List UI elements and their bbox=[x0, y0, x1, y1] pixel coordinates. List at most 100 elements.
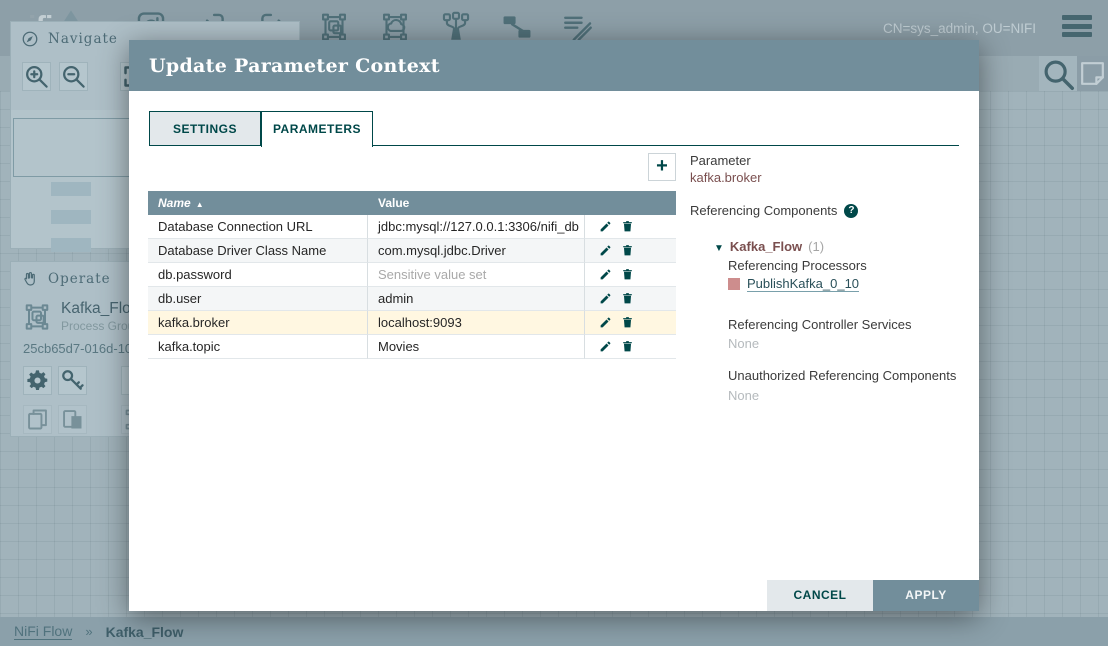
referencing-group-count: (1) bbox=[808, 239, 824, 254]
parameter-name-cell: kafka.broker bbox=[148, 311, 368, 335]
parameter-table: Name▲ Value Database Connection URL jdbc… bbox=[148, 191, 676, 359]
edit-parameter-icon[interactable] bbox=[599, 268, 612, 281]
global-menu-icon[interactable] bbox=[1062, 15, 1092, 41]
birdseye-component bbox=[51, 182, 91, 196]
parameter-value-cell: localhost:9093 bbox=[368, 311, 585, 335]
parameter-table-row[interactable]: Database Connection URL jdbc:mysql://127… bbox=[148, 215, 676, 239]
unauthorized-components-label: Unauthorized Referencing Components bbox=[728, 368, 956, 383]
paste-button[interactable] bbox=[58, 405, 87, 434]
referencing-group-name: Kafka_Flow bbox=[730, 239, 802, 254]
note-icon bbox=[1077, 58, 1108, 89]
dialog-title: Update Parameter Context bbox=[149, 55, 440, 77]
parameter-value-cell: com.mysql.jdbc.Driver bbox=[368, 239, 585, 263]
caret-down-icon[interactable]: ▼ bbox=[714, 243, 724, 254]
process-group-icon[interactable] bbox=[317, 10, 351, 44]
hand-icon bbox=[21, 270, 39, 288]
delete-parameter-icon[interactable] bbox=[621, 244, 634, 257]
edit-parameter-icon[interactable] bbox=[599, 220, 612, 233]
search-icon bbox=[1039, 55, 1077, 93]
breadcrumb-root-link[interactable]: NiFi Flow bbox=[14, 623, 72, 640]
copy-button[interactable] bbox=[23, 405, 52, 434]
copy-icon bbox=[24, 406, 51, 433]
breadcrumb-separator: » bbox=[85, 624, 92, 639]
parameter-value-cell: Sensitive value set bbox=[368, 263, 585, 287]
parameter-name-cell: db.user bbox=[148, 287, 368, 311]
parameter-row-actions bbox=[585, 335, 676, 359]
parameter-detail-panel: Parameter kafka.broker Referencing Compo… bbox=[690, 91, 970, 561]
parameter-name-cell: Database Driver Class Name bbox=[148, 239, 368, 263]
name-column-header[interactable]: Name▲ bbox=[148, 191, 368, 215]
operate-title: Operate bbox=[48, 271, 111, 287]
referencing-components-label: Referencing Components ? bbox=[690, 203, 858, 218]
template-icon[interactable] bbox=[500, 10, 534, 44]
unauthorized-components-none: None bbox=[728, 388, 759, 403]
referencing-processor-link[interactable]: PublishKafka_0_10 bbox=[747, 276, 859, 292]
parameter-table-body: Database Connection URL jdbc:mysql://127… bbox=[148, 215, 676, 359]
compass-icon bbox=[21, 30, 39, 48]
help-icon[interactable]: ? bbox=[844, 204, 858, 218]
parameter-row-actions bbox=[585, 263, 676, 287]
search-button[interactable] bbox=[1039, 56, 1077, 91]
birdseye-component bbox=[51, 238, 91, 252]
zoom-out-button[interactable] bbox=[59, 62, 88, 91]
zoom-in-button[interactable] bbox=[22, 62, 51, 91]
apply-button[interactable]: APPLY bbox=[873, 580, 979, 611]
dialog-tabs: SETTINGS PARAMETERS bbox=[149, 111, 373, 147]
parameter-value-cell: jdbc:mysql://127.0.0.1:3306/nifi_db bbox=[368, 215, 585, 239]
parameter-value-cell: Movies bbox=[368, 335, 585, 359]
dialog-buttons: CANCEL APPLY bbox=[767, 580, 979, 611]
value-column-header[interactable]: Value bbox=[368, 191, 585, 215]
configure-button[interactable] bbox=[23, 366, 52, 395]
key-icon bbox=[59, 367, 86, 394]
user-identity: CN=sys_admin, OU=NIFI bbox=[883, 21, 1036, 36]
zoom-in-icon bbox=[23, 63, 50, 90]
dialog-header: Update Parameter Context bbox=[129, 40, 979, 91]
edit-parameter-icon[interactable] bbox=[599, 316, 612, 329]
breadcrumb: NiFi Flow » Kafka_Flow bbox=[0, 617, 1108, 646]
delete-parameter-icon[interactable] bbox=[621, 220, 634, 233]
delete-parameter-icon[interactable] bbox=[621, 292, 634, 305]
parameter-row-actions bbox=[585, 239, 676, 263]
navigate-title: Navigate bbox=[48, 31, 118, 47]
birdseye-component bbox=[51, 210, 91, 224]
delete-parameter-icon[interactable] bbox=[621, 340, 634, 353]
cancel-button[interactable]: CANCEL bbox=[767, 580, 873, 611]
label-icon[interactable] bbox=[561, 10, 595, 44]
tab-parameters[interactable]: PARAMETERS bbox=[261, 111, 373, 147]
processor-state-icon bbox=[728, 278, 740, 290]
referencing-services-none: None bbox=[728, 336, 759, 351]
edit-parameter-icon[interactable] bbox=[599, 244, 612, 257]
edit-parameter-icon[interactable] bbox=[599, 292, 612, 305]
parameter-table-row[interactable]: kafka.topic Movies bbox=[148, 335, 676, 359]
sort-asc-icon: ▲ bbox=[196, 200, 204, 209]
parameter-row-actions bbox=[585, 215, 676, 239]
parameter-row-actions bbox=[585, 311, 676, 335]
note-toggle-button[interactable] bbox=[1077, 56, 1108, 91]
parameter-row-actions bbox=[585, 287, 676, 311]
access-policies-button[interactable] bbox=[58, 366, 87, 395]
delete-parameter-icon[interactable] bbox=[621, 268, 634, 281]
process-group-icon bbox=[21, 301, 53, 333]
parameter-name-cell: kafka.topic bbox=[148, 335, 368, 359]
referencing-processor-row: PublishKafka_0_10 bbox=[728, 276, 859, 292]
gear-icon bbox=[24, 367, 51, 394]
add-parameter-button[interactable]: + bbox=[648, 153, 676, 181]
tab-settings[interactable]: SETTINGS bbox=[149, 111, 261, 146]
breadcrumb-current: Kafka_Flow bbox=[106, 624, 184, 640]
update-parameter-context-dialog: Update Parameter Context SETTINGS PARAME… bbox=[129, 40, 979, 611]
referencing-processors-label: Referencing Processors bbox=[728, 258, 867, 273]
remote-process-group-icon[interactable] bbox=[378, 10, 412, 44]
dialog-body: SETTINGS PARAMETERS + Name▲ Value Databa… bbox=[129, 91, 979, 611]
parameter-table-row[interactable]: kafka.broker localhost:9093 bbox=[148, 311, 676, 335]
selected-parameter-name: kafka.broker bbox=[690, 170, 762, 185]
delete-parameter-icon[interactable] bbox=[621, 316, 634, 329]
parameter-table-row[interactable]: Database Driver Class Name com.mysql.jdb… bbox=[148, 239, 676, 263]
parameter-label: Parameter bbox=[690, 153, 751, 168]
parameter-table-header: Name▲ Value bbox=[148, 191, 676, 215]
edit-parameter-icon[interactable] bbox=[599, 340, 612, 353]
funnel-icon[interactable] bbox=[439, 10, 473, 44]
nifi-app: nifi CN=sys_admin, OU=NIFI 0 1 / 3 Navig… bbox=[0, 0, 1108, 646]
paste-icon bbox=[59, 406, 86, 433]
parameter-table-row[interactable]: db.password Sensitive value set bbox=[148, 263, 676, 287]
parameter-table-row[interactable]: db.user admin bbox=[148, 287, 676, 311]
